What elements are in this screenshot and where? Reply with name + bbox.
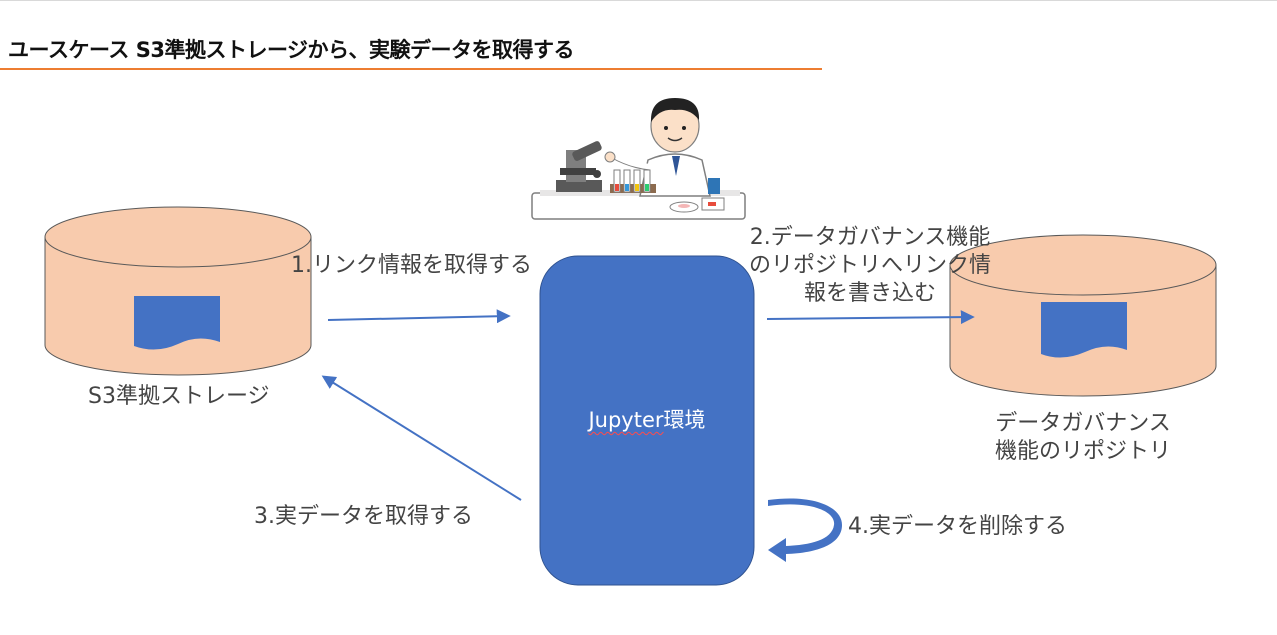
s3-storage-label: S3準拠ストレージ (88, 384, 270, 409)
step1-label: 1.リンク情報を取得する (291, 253, 532, 278)
step2-label-line2: のリポジトリへリンク情 (748, 253, 991, 278)
s3-storage-cylinder (44, 206, 312, 376)
step2-label-line1: 2.データガバナンス機能 (749, 225, 991, 250)
jupyter-label: Jupyter環境 (540, 404, 754, 434)
step4-curved-arrow (768, 498, 842, 562)
diagram-canvas (44, 98, 1217, 586)
scientist-microscope-icon (531, 98, 746, 220)
jupyter-label-word: Jupyter (588, 408, 664, 432)
step1-arrow (327, 309, 511, 324)
step2-label-line3: 報を書き込む (803, 281, 936, 306)
step3-arrow (321, 375, 522, 501)
step3-label: 3.実データを取得する (254, 504, 473, 529)
repository-label-line2: 機能のリポジトリ (994, 439, 1171, 464)
step4-label: 4.実データを削除する (848, 514, 1067, 539)
jupyter-label-suffix: 環境 (663, 408, 706, 432)
step2-arrow (766, 310, 975, 325)
repository-label: データガバナンス 機能のリポジトリ (963, 410, 1203, 466)
repository-label-line1: データガバナンス (995, 411, 1171, 436)
step2-label: 2.データガバナンス機能 のリポジトリへリンク情 報を書き込む (722, 224, 1018, 308)
slide: ユースケース S3準拠ストレージから、実験データを取得する S3準拠ストレージ … (0, 0, 1277, 635)
